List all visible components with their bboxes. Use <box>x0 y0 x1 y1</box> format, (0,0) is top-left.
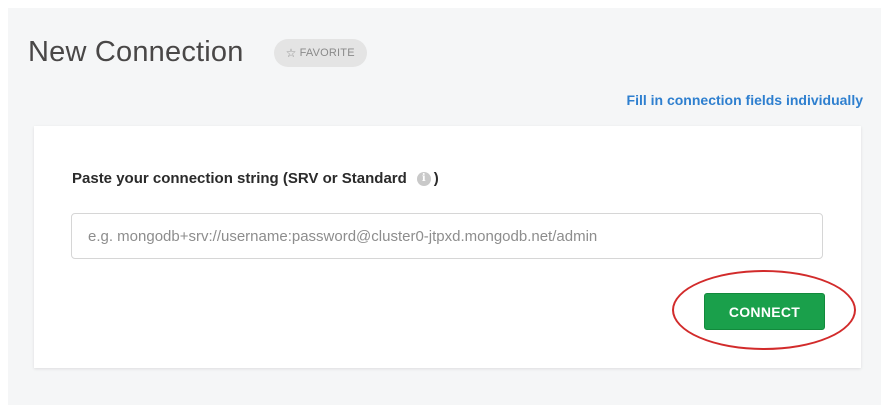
info-icon[interactable]: i <box>416 171 431 186</box>
header: New Connection ☆ FAVORITE <box>28 36 367 69</box>
star-outline-icon: ☆ <box>285 45 297 60</box>
favorite-button[interactable]: ☆ FAVORITE <box>273 38 367 67</box>
connect-button[interactable]: CONNECT <box>704 293 825 330</box>
connection-string-label: Paste your connection string (SRV or Sta… <box>72 170 439 187</box>
connection-string-label-suffix: ) <box>433 170 439 187</box>
fill-fields-individually-link[interactable]: Fill in connection fields individually <box>627 92 863 108</box>
connection-card: Paste your connection string (SRV or Sta… <box>34 126 861 368</box>
page-title: New Connection <box>28 36 244 68</box>
connection-string-label-text: Paste your connection string (SRV or Sta… <box>72 170 407 187</box>
connection-string-input[interactable] <box>71 213 823 259</box>
favorite-label: FAVORITE <box>299 46 355 59</box>
